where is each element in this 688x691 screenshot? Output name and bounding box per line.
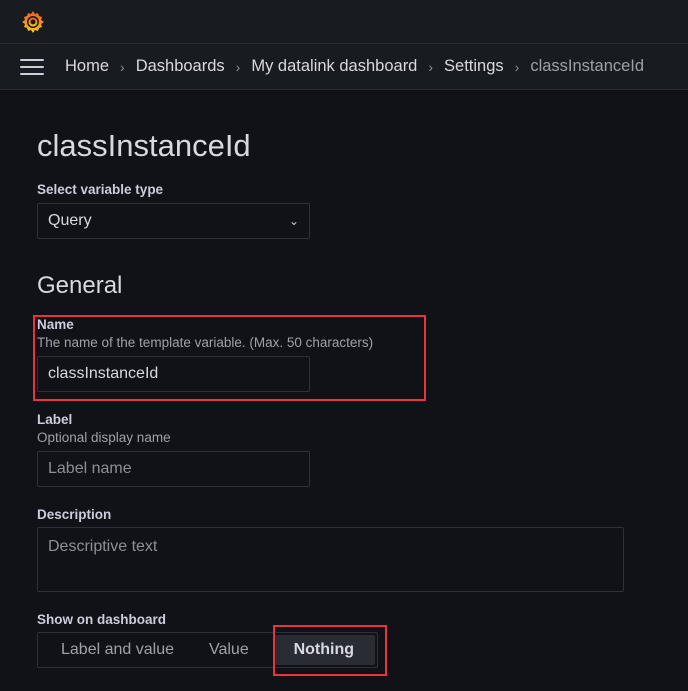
menu-icon[interactable]: [20, 58, 44, 75]
option-label-and-value[interactable]: Label and value: [40, 635, 195, 665]
breadcrumb-home[interactable]: Home: [65, 57, 109, 76]
description-label: Description: [37, 507, 112, 522]
breadcrumb-current: classInstanceId: [530, 57, 645, 75]
label-description: Optional display name: [37, 430, 171, 445]
highlight-box: [273, 625, 387, 676]
breadcrumb: Home › Dashboards › My datalink dashboard ›…: [65, 57, 644, 76]
variable-type-select[interactable]: Query ⌄: [37, 203, 310, 239]
chevron-right-icon: ›: [514, 58, 520, 75]
variable-type-label: Select variable type: [37, 182, 164, 197]
chevron-right-icon: ›: [428, 58, 434, 75]
name-description: The name of the template variable. (Max.…: [37, 335, 374, 350]
option-value[interactable]: Value: [195, 635, 263, 665]
breadcrumb-settings[interactable]: Settings: [444, 57, 504, 76]
show-on-dashboard-label: Show on dashboard: [37, 612, 167, 627]
breadcrumb-dashboards[interactable]: Dashboards: [136, 57, 225, 76]
description-textarea[interactable]: Descriptive text: [37, 527, 624, 592]
label-input[interactable]: Label name: [37, 451, 310, 487]
grafana-logo-icon[interactable]: [20, 9, 46, 35]
chevron-down-icon: ⌄: [288, 214, 299, 228]
chevron-right-icon: ›: [235, 58, 241, 75]
name-input[interactable]: classInstanceId: [37, 356, 310, 392]
breadcrumb-dashboard[interactable]: My datalink dashboard: [251, 57, 417, 76]
breadcrumb-bar: Home › Dashboards › My datalink dashboard ›…: [0, 44, 688, 90]
section-general-heading: General: [37, 272, 123, 299]
variable-type-value: Query: [48, 212, 92, 229]
top-bar: [0, 0, 688, 44]
name-label: Name: [37, 317, 74, 332]
label-label: Label: [37, 412, 73, 427]
chevron-right-icon: ›: [120, 58, 125, 75]
page-title: classInstanceId: [37, 128, 251, 163]
